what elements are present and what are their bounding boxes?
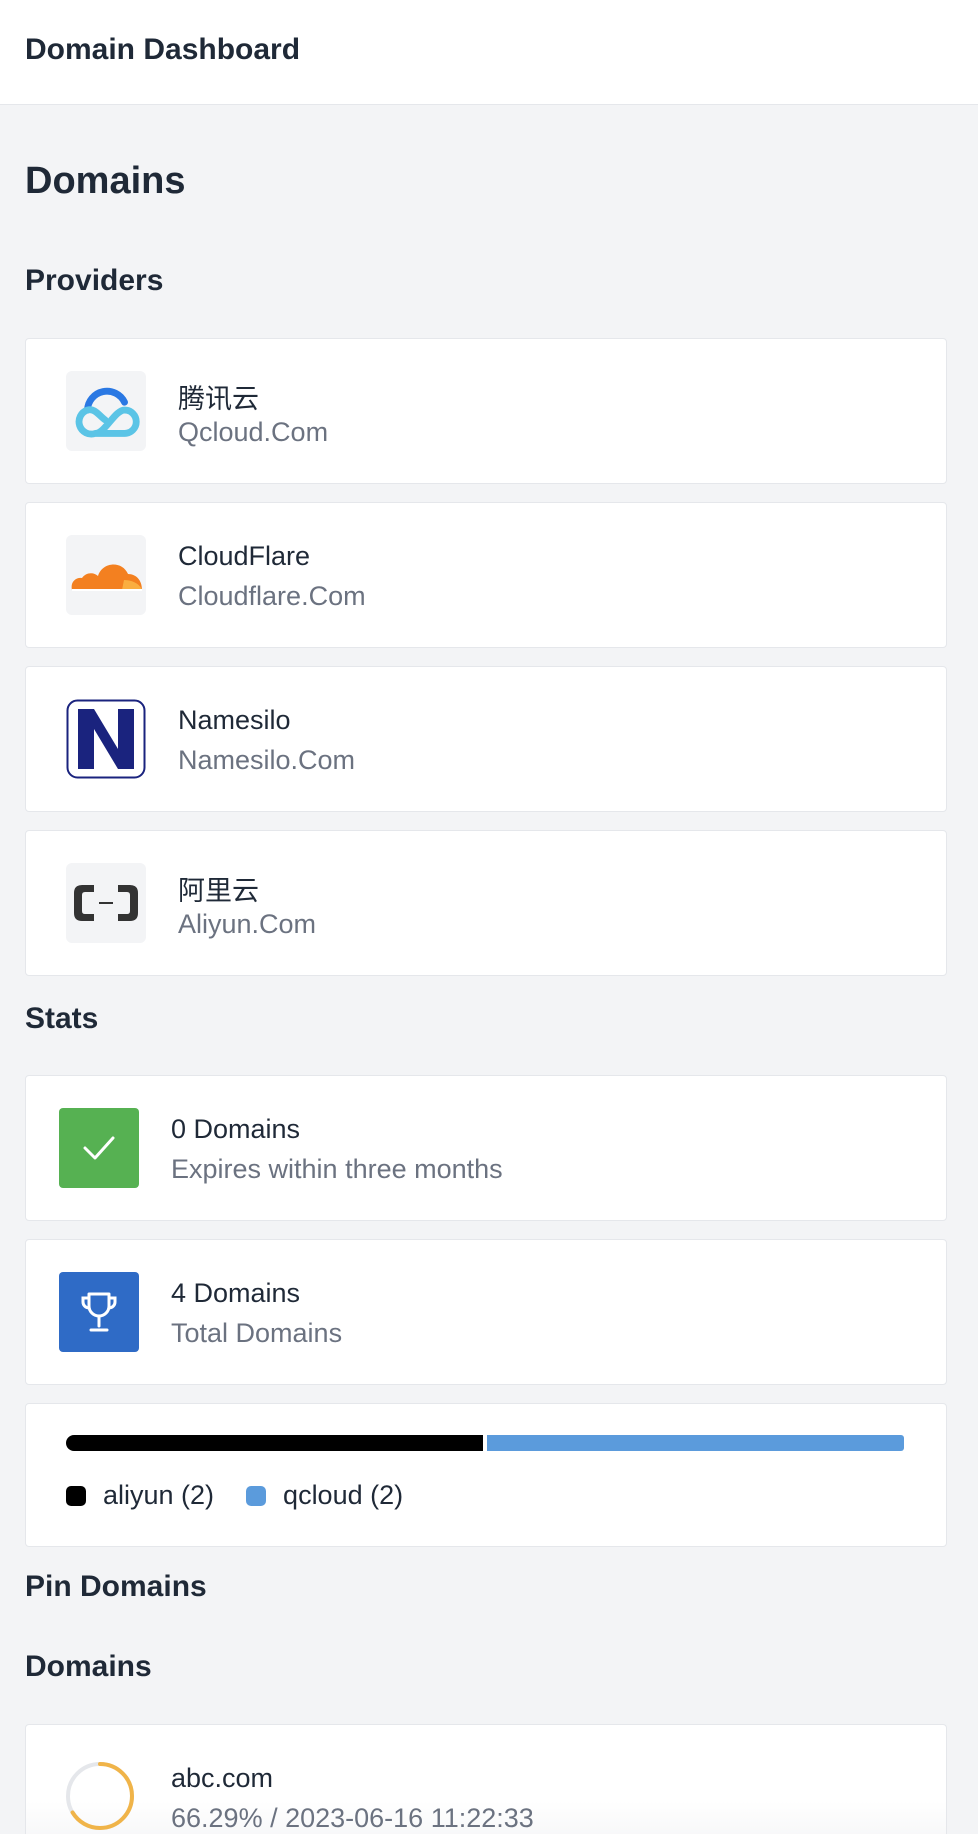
providers-heading: Providers (25, 264, 164, 297)
stat-label: Expires within three months (171, 1154, 503, 1184)
stat-card-expiring: 0 Domains Expires within three months (25, 1075, 947, 1221)
distribution-segment-aliyun (66, 1435, 483, 1451)
provider-card-cloudflare[interactable]: CloudFlare Cloudflare.Com (25, 502, 947, 648)
provider-domain: Aliyun.Com (178, 909, 317, 939)
aliyun-logo-icon (66, 863, 146, 943)
provider-distribution-card: aliyun (2) qcloud (2) (25, 1403, 947, 1547)
provider-domain: Namesilo.Com (178, 745, 356, 775)
page-title: Domains (25, 160, 186, 202)
legend-item-qcloud: qcloud (2) (246, 1480, 403, 1511)
distribution-segment-qcloud (487, 1435, 904, 1451)
provider-domain: Cloudflare.Com (178, 581, 366, 611)
app-title: Domain Dashboard (25, 33, 301, 66)
provider-card-qcloud[interactable]: 腾讯云 Qcloud.Com (25, 338, 947, 484)
domains-heading: Domains (25, 1650, 152, 1683)
provider-name: CloudFlare (178, 541, 311, 571)
pin-domains-heading: Pin Domains (25, 1570, 207, 1603)
distribution-legend: aliyun (2) qcloud (2) (66, 1480, 435, 1511)
domain-name: abc.com (171, 1763, 274, 1793)
cloudflare-logo-icon (66, 535, 146, 615)
namesilo-logo-icon (66, 699, 146, 779)
legend-dot (246, 1485, 267, 1506)
legend-label: qcloud (2) (283, 1480, 404, 1510)
stat-value: 0 Domains (171, 1114, 301, 1144)
trophy-icon (59, 1272, 139, 1352)
provider-name: 阿里云 (178, 876, 259, 906)
stat-value: 4 Domains (171, 1278, 301, 1308)
legend-item-aliyun: aliyun (2) (66, 1480, 214, 1511)
check-icon (59, 1108, 139, 1188)
domain-card[interactable]: abc.com 66.29% / 2023-06-16 11:22:33 (25, 1724, 947, 1834)
provider-domain: Qcloud.Com (178, 417, 329, 447)
top-bar: Domain Dashboard (0, 0, 978, 105)
stats-heading: Stats (25, 1002, 99, 1035)
stat-label: Total Domains (171, 1318, 343, 1348)
progress-ring (66, 1762, 134, 1830)
distribution-bar (66, 1435, 904, 1451)
domain-info: 66.29% / 2023-06-16 11:22:33 (171, 1803, 534, 1833)
provider-card-namesilo[interactable]: Namesilo Namesilo.Com (25, 666, 947, 812)
provider-name: Namesilo (178, 705, 291, 735)
provider-card-aliyun[interactable]: 阿里云 Aliyun.Com (25, 830, 947, 976)
qcloud-logo-icon (66, 371, 146, 451)
legend-dot (66, 1485, 86, 1506)
stat-card-total: 4 Domains Total Domains (25, 1239, 947, 1385)
provider-name: 腾讯云 (178, 384, 259, 414)
legend-label: aliyun (2) (103, 1480, 215, 1510)
